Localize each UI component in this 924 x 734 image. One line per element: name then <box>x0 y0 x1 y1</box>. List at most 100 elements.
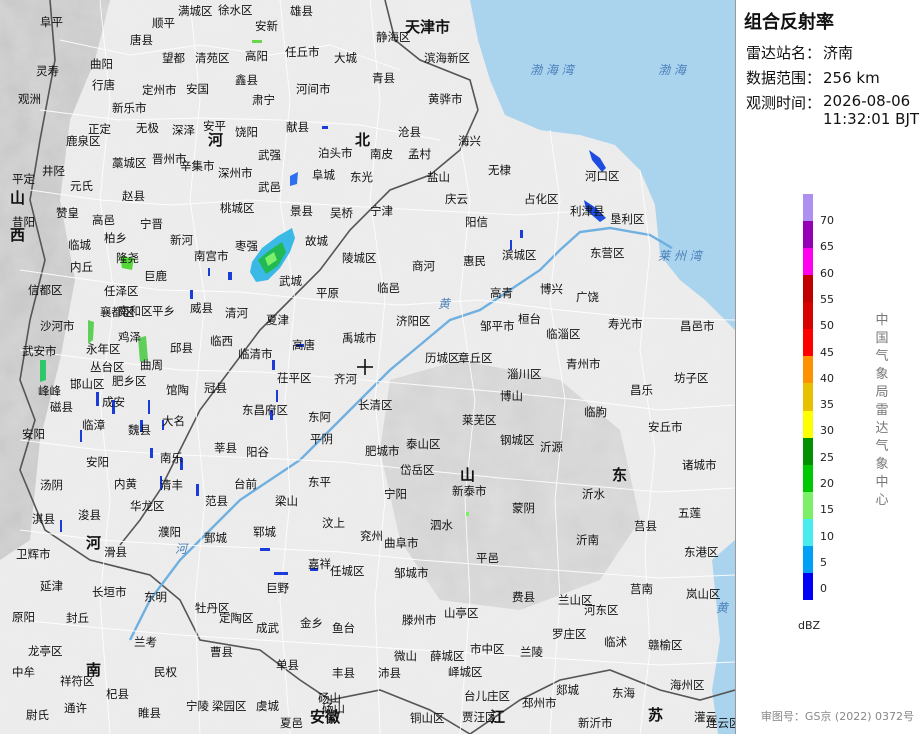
city-label: 淄川区 <box>507 367 542 381</box>
city-label: 信都区 <box>28 283 63 297</box>
colorbar-tick-label: 0 <box>820 582 827 596</box>
city-label: 青县 <box>372 71 395 85</box>
city-label: 海州区 <box>670 678 705 692</box>
city-label: 博兴 <box>540 282 563 296</box>
city-label: 临淄区 <box>546 327 581 341</box>
city-label: 阳信 <box>465 215 488 229</box>
issuer-char: 雷 <box>875 403 889 418</box>
city-label: 新沂市 <box>578 716 613 730</box>
city-label: 河口区 <box>585 169 620 183</box>
city-label: 临沭 <box>604 635 627 649</box>
city-label: 饶阳 <box>235 125 258 139</box>
city-label: 宁陵 <box>186 699 209 713</box>
city-label: 夏津 <box>266 313 289 327</box>
range-row: 数据范围： 256 km <box>746 67 880 88</box>
city-label: 巨鹿 <box>144 269 167 283</box>
city-label: 封丘 <box>66 611 89 625</box>
city-label: 魏县 <box>128 423 151 437</box>
city-label: 徐水区 <box>218 3 253 17</box>
colorbar-swatch <box>803 194 813 222</box>
city-label: 南乐 <box>160 451 183 465</box>
city-label: 顺平 <box>152 16 175 30</box>
city-label: 南宫市 <box>194 249 229 263</box>
city-label: 东港区 <box>684 545 719 559</box>
province-label: 南 <box>86 661 101 679</box>
city-label: 兖州 <box>360 529 383 543</box>
city-label: 成安 <box>102 395 125 409</box>
city-label: 薛城区 <box>430 649 465 663</box>
product-title: 组合反射率 <box>744 12 834 33</box>
city-label: 浚县 <box>78 508 101 522</box>
city-label: 沙河市 <box>40 319 75 333</box>
city-label: 内黄 <box>114 477 137 491</box>
city-label: 清丰 <box>160 478 183 492</box>
city-label: 齐河 <box>334 372 357 386</box>
city-label: 南和区 <box>118 304 153 318</box>
city-label: 东阿 <box>308 410 331 424</box>
city-label: 望都 <box>162 51 185 65</box>
city-label: 灵寿 <box>36 64 59 78</box>
province-label: 北 <box>355 131 370 149</box>
colorbar-swatch <box>803 302 813 330</box>
city-label: 孟村 <box>408 147 431 161</box>
sea-label: 莱 州 湾 <box>658 249 704 263</box>
city-label: 隆尧 <box>116 251 139 265</box>
radar-map[interactable]: 阜平 满城区 徐水区 雄县 顺平 安新 静海区 唐县 望都 清苑区 高阳 任丘市 大城 滨海新区 灵寿 曲阳鑫… <box>0 0 735 734</box>
station-value: 济南 <box>823 44 854 62</box>
city-label: 东光 <box>350 170 373 184</box>
city-label: 中牟 <box>12 665 35 679</box>
city-label: 清河 <box>225 306 248 320</box>
colorbar-tick-label: 5 <box>820 555 827 569</box>
city-label: 东营区 <box>590 246 625 260</box>
issuer-char: 中 <box>875 313 889 328</box>
city-label: 新乐市 <box>112 101 147 115</box>
city-label: 郓城 <box>253 525 276 539</box>
issuer-char: 局 <box>875 385 889 400</box>
city-label: 辛集市 <box>180 159 215 173</box>
province-label: 东 <box>612 466 627 484</box>
city-label: 鱼台 <box>332 621 355 635</box>
city-label: 寿光市 <box>608 317 643 331</box>
colorbar-swatch <box>803 329 813 357</box>
city-label: 沛县 <box>378 666 401 680</box>
city-label: 台前 <box>234 477 257 491</box>
city-label: 邱县 <box>170 341 193 355</box>
city-label: 盐山 <box>427 170 450 184</box>
city-label: 武邑 <box>258 180 281 194</box>
city-label: 阜城 <box>312 168 335 182</box>
city-label: 肥乡区 <box>112 374 147 388</box>
city-label: 清苑区 <box>195 51 230 65</box>
city-label: 诸城市 <box>682 458 717 472</box>
city-label: 吴桥 <box>330 206 353 220</box>
city-label: 阜平 <box>40 15 63 29</box>
city-label: 冠县 <box>204 381 227 395</box>
city-label: 滕州市 <box>402 613 437 627</box>
city-label: 曲阜市 <box>384 536 419 550</box>
city-label: 新河 <box>170 233 193 247</box>
city-label: 占化区 <box>524 192 559 206</box>
city-label: 罗庄区 <box>552 627 587 641</box>
city-label: 新泰市 <box>452 484 487 498</box>
city-label: 章丘区 <box>458 351 493 365</box>
issuer-char: 气 <box>875 439 889 454</box>
colorbar-swatch <box>803 275 813 303</box>
city-label: 曲周 <box>140 358 163 372</box>
city-label: 商河 <box>412 259 435 273</box>
city-label: 市中区 <box>470 642 505 656</box>
city-label: 东昌府区 <box>242 403 288 417</box>
city-label: 桓台 <box>518 312 541 326</box>
colorbar-swatch <box>803 464 813 492</box>
city-label: 安阳 <box>86 455 109 469</box>
city-label: 兰考 <box>134 635 157 649</box>
city-label: 龙亭区 <box>28 644 63 658</box>
city-label: 原阳 <box>12 610 35 624</box>
city-label: 故城 <box>305 234 328 248</box>
colorbar-tick-label: 20 <box>820 477 834 490</box>
sea-label: 渤 海 <box>658 63 688 77</box>
city-label: 坊子区 <box>674 371 709 385</box>
city-label: 安阳 <box>22 427 45 441</box>
city-label: 献县 <box>286 120 309 134</box>
city-label: 平阴 <box>310 432 333 446</box>
city-label: 庆云 <box>445 192 468 206</box>
city-label: 武强 <box>258 148 281 162</box>
